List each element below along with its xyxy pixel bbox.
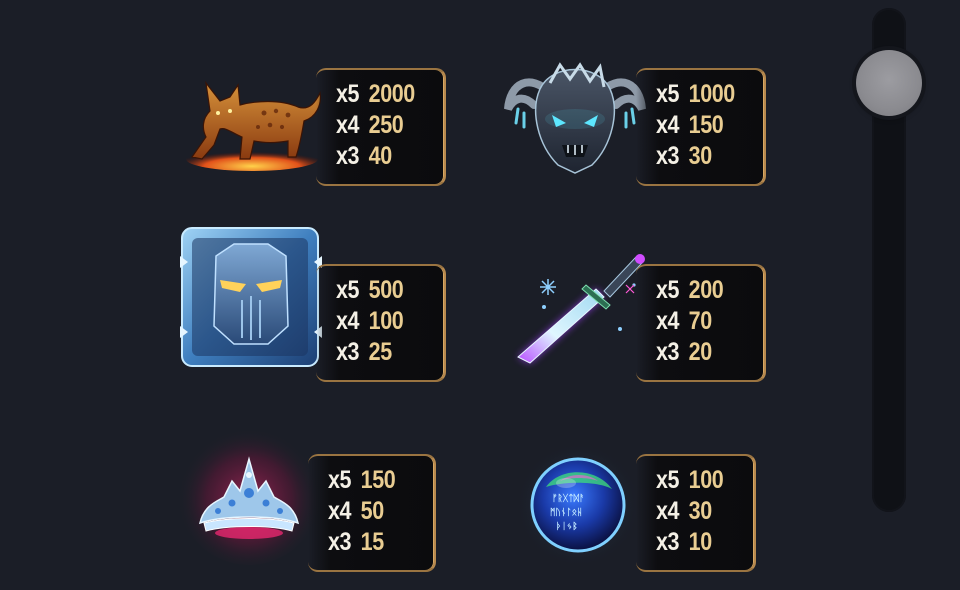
paytable-entry-ice-tiara: x5 150 x4 50 x3 15 bbox=[177, 421, 460, 572]
paytable-entry-lynx: x5 2000 x4 250 x3 40 bbox=[180, 66, 460, 186]
payout-row-x5: x5 1000 bbox=[656, 80, 735, 108]
payout-row-x5: x5 200 bbox=[656, 276, 724, 304]
payout-row-x4: x4 100 bbox=[336, 307, 404, 335]
payout-row-x3: x3 25 bbox=[336, 338, 392, 366]
payout-row-x5: x5 150 bbox=[328, 466, 396, 494]
payout-row-x3: x3 20 bbox=[656, 338, 712, 366]
payout-card: x5 100 x4 30 x3 10 bbox=[636, 454, 756, 572]
paytable-entry-rune-orb: ᚠᚱᚷᛏᛞᚨ ᛗᚢᚾᛚᛟᚺ ᚦᛁᛃᛒ x5 100 x4 30 x3 10 bbox=[500, 443, 780, 572]
payout-row-x5: x5 2000 bbox=[336, 80, 415, 108]
payout-card: x5 2000 x4 250 x3 40 bbox=[316, 68, 446, 186]
ice-tiara-icon bbox=[174, 421, 324, 565]
payout-row-x5: x5 500 bbox=[336, 276, 404, 304]
frost-sword-icon bbox=[500, 250, 650, 370]
ice-helmet-icon bbox=[176, 227, 326, 367]
payout-row-x4: x4 150 bbox=[656, 111, 724, 139]
svg-text:ᛗᚢᚾᛚᛟᚺ: ᛗᚢᚾᛚᛟᚺ bbox=[550, 507, 582, 518]
payout-row-x3: x3 15 bbox=[328, 528, 384, 556]
payout-row-x3: x3 40 bbox=[336, 142, 392, 170]
ice-demon-icon bbox=[500, 58, 650, 178]
svg-text:ᚦᛁᛃᛒ: ᚦᛁᛃᛒ bbox=[556, 521, 578, 532]
paytable-entry-frost-sword: x5 200 x4 70 x3 20 bbox=[500, 254, 780, 382]
payout-card: x5 150 x4 50 x3 15 bbox=[308, 454, 436, 572]
payout-row-x4: x4 250 bbox=[336, 111, 404, 139]
payout-row-x5: x5 100 bbox=[656, 466, 724, 494]
payout-row-x4: x4 50 bbox=[328, 497, 384, 525]
payout-card: x5 500 x4 100 x3 25 bbox=[316, 264, 446, 382]
lynx-icon bbox=[180, 66, 330, 186]
paytable-entry-ice-helmet: x5 500 x4 100 x3 25 bbox=[180, 227, 460, 382]
payout-card: x5 200 x4 70 x3 20 bbox=[636, 264, 766, 382]
scrollbar-thumb[interactable] bbox=[856, 50, 922, 116]
payout-row-x3: x3 30 bbox=[656, 142, 712, 170]
paytable-entry-ice-demon: x5 1000 x4 150 x3 30 bbox=[500, 62, 780, 186]
payout-row-x3: x3 10 bbox=[656, 528, 712, 556]
payout-row-x4: x4 70 bbox=[656, 307, 712, 335]
rune-orb-icon: ᚠᚱᚷᛏᛞᚨ ᛗᚢᚾᛚᛟᚺ ᚦᛁᛃᛒ bbox=[500, 442, 650, 567]
svg-text:ᚠᚱᚷᛏᛞᚨ: ᚠᚱᚷᛏᛞᚨ bbox=[552, 493, 584, 504]
payout-row-x4: x4 30 bbox=[656, 497, 712, 525]
payout-card: x5 1000 x4 150 x3 30 bbox=[636, 68, 766, 186]
